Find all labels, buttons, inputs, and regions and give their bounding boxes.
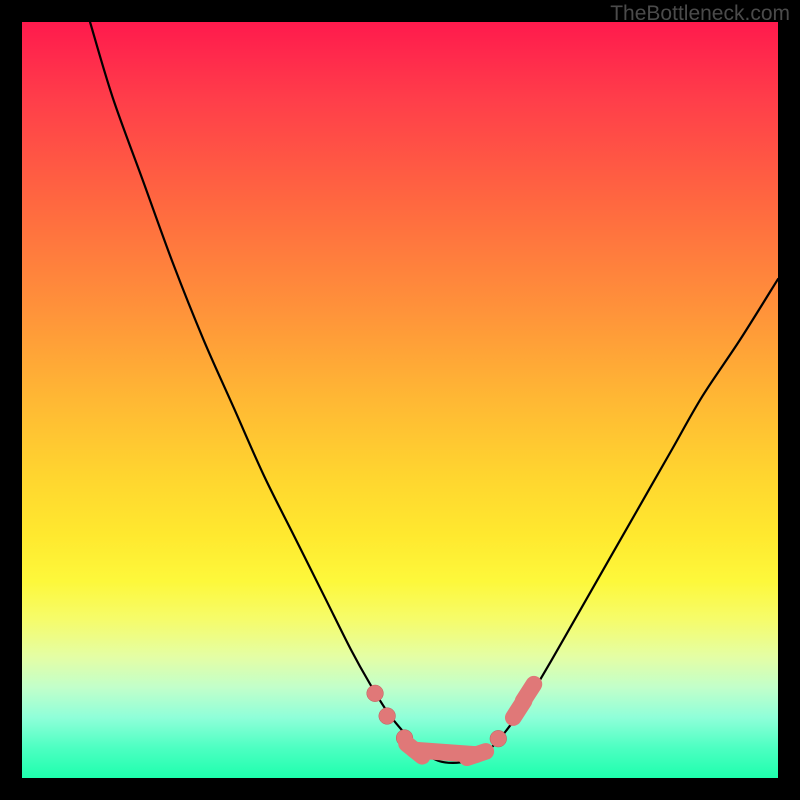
marker-capsule-7 [523,684,534,701]
marker-capsule-3 [407,744,423,756]
marker-dot-1 [379,708,396,725]
marker-capsule-4 [467,751,486,757]
marker-dot-5 [490,730,507,747]
marker-dot-0 [367,685,384,702]
curve-markers [367,684,534,758]
attribution-text: TheBottleneck.com [610,2,790,26]
bottleneck-curve-svg [22,22,778,778]
bottleneck-curve [90,22,778,763]
chart-frame: TheBottleneck.com [0,0,800,800]
chart-plot-area [22,22,778,778]
